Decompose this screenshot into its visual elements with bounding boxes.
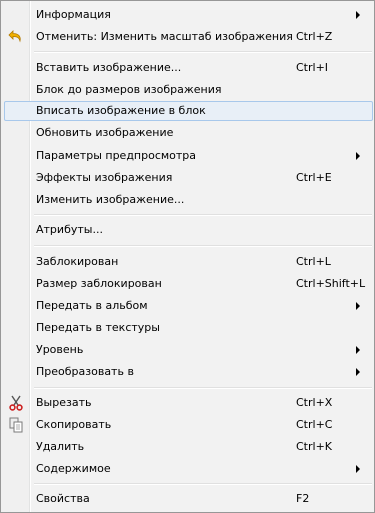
menu-item-locked[interactable]: Заблокирован Ctrl+L: [4, 252, 371, 272]
menu-item-label: Атрибуты...: [36, 223, 103, 236]
menu-separator: [34, 214, 372, 216]
submenu-arrow-icon: [356, 346, 360, 354]
menu-item-shortcut: Ctrl+K: [296, 440, 333, 453]
menu-item-cut[interactable]: Вырезать Ctrl+X: [4, 393, 371, 413]
menu-item-label: Эффекты изображения: [36, 171, 173, 184]
menu-item-shortcut: Ctrl+E: [296, 171, 332, 184]
menu-item-shortcut: Ctrl+Z: [296, 30, 333, 43]
menu-item-attributes[interactable]: Атрибуты...: [4, 220, 371, 240]
menu-item-label: Преобразовать в: [36, 365, 134, 378]
menu-item-copy[interactable]: Скопировать Ctrl+C: [4, 415, 371, 435]
menu-item-label: Вставить изображение...: [36, 61, 182, 74]
menu-item-size-locked[interactable]: Размер заблокирован Ctrl+Shift+L: [4, 274, 371, 294]
menu-item-label: Изменить изображение...: [36, 193, 185, 206]
submenu-arrow-icon: [356, 11, 360, 19]
menu-item-label: Отменить: Изменить масштаб изображения: [36, 30, 293, 43]
menu-item-edit-image[interactable]: Изменить изображение...: [4, 190, 371, 210]
menu-item-frame-to-image[interactable]: Блок до размеров изображения: [4, 80, 371, 100]
menu-separator: [34, 387, 372, 389]
menu-item-label: Вписать изображение в блок: [36, 104, 206, 117]
menu-item-send-to-textures[interactable]: Передать в текстуры: [4, 318, 371, 338]
menu-item-label: Блок до размеров изображения: [36, 83, 222, 96]
menu-item-update-image[interactable]: Обновить изображение: [4, 123, 371, 143]
menu-item-shortcut: Ctrl+C: [296, 418, 333, 431]
menu-item-label: Свойства: [36, 492, 90, 505]
menu-item-convert-to[interactable]: Преобразовать в: [4, 362, 371, 382]
menu-item-label: Удалить: [36, 440, 85, 453]
menu-item-label: Уровень: [36, 343, 84, 356]
menu-item-image-effects[interactable]: Эффекты изображения Ctrl+E: [4, 168, 371, 188]
menu-item-label: Обновить изображение: [36, 126, 174, 139]
submenu-arrow-icon: [356, 465, 360, 473]
submenu-arrow-icon: [356, 302, 360, 310]
menu-item-label: Передать в альбом: [36, 299, 148, 312]
menu-separator: [34, 51, 372, 53]
submenu-arrow-icon: [356, 152, 360, 160]
menu-item-info[interactable]: Информация: [4, 5, 371, 25]
menu-item-content[interactable]: Содержимое: [4, 459, 371, 479]
submenu-arrow-icon: [356, 368, 360, 376]
menu-item-label: Содержимое: [36, 462, 111, 475]
menu-separator: [34, 245, 372, 247]
menu-item-shortcut: Ctrl+X: [296, 396, 333, 409]
menu-item-shortcut: Ctrl+I: [296, 61, 329, 74]
menu-item-label: Информация: [36, 8, 111, 21]
menu-item-label: Передать в текстуры: [36, 321, 160, 334]
menu-item-undo[interactable]: Отменить: Изменить масштаб изображения C…: [4, 27, 371, 47]
menu-item-insert-image[interactable]: Вставить изображение... Ctrl+I: [4, 58, 371, 78]
menu-item-label: Параметры предпросмотра: [36, 149, 197, 162]
menu-item-shortcut: Ctrl+L: [296, 255, 331, 268]
menu-item-shortcut: F2: [296, 492, 310, 505]
menu-item-shortcut: Ctrl+Shift+L: [296, 277, 366, 290]
menu-item-level[interactable]: Уровень: [4, 340, 371, 360]
menu-item-fit-image-to-frame[interactable]: Вписать изображение в блок: [4, 101, 373, 121]
menu-item-delete[interactable]: Удалить Ctrl+K: [4, 437, 371, 457]
menu-item-label: Вырезать: [36, 396, 92, 409]
menu-item-label: Заблокирован: [36, 255, 119, 268]
menu-separator: [34, 483, 372, 485]
scissors-icon: [8, 395, 24, 411]
menu-item-label: Размер заблокирован: [36, 277, 162, 290]
menu-item-send-to-album[interactable]: Передать в альбом: [4, 296, 371, 316]
copy-icon: [8, 417, 24, 433]
context-menu: Информация Отменить: Изменить масштаб из…: [0, 0, 375, 513]
undo-icon: [8, 29, 24, 45]
menu-item-properties[interactable]: Свойства F2: [4, 489, 371, 509]
menu-item-label: Скопировать: [36, 418, 112, 431]
menu-item-preview-settings[interactable]: Параметры предпросмотра: [4, 146, 371, 166]
